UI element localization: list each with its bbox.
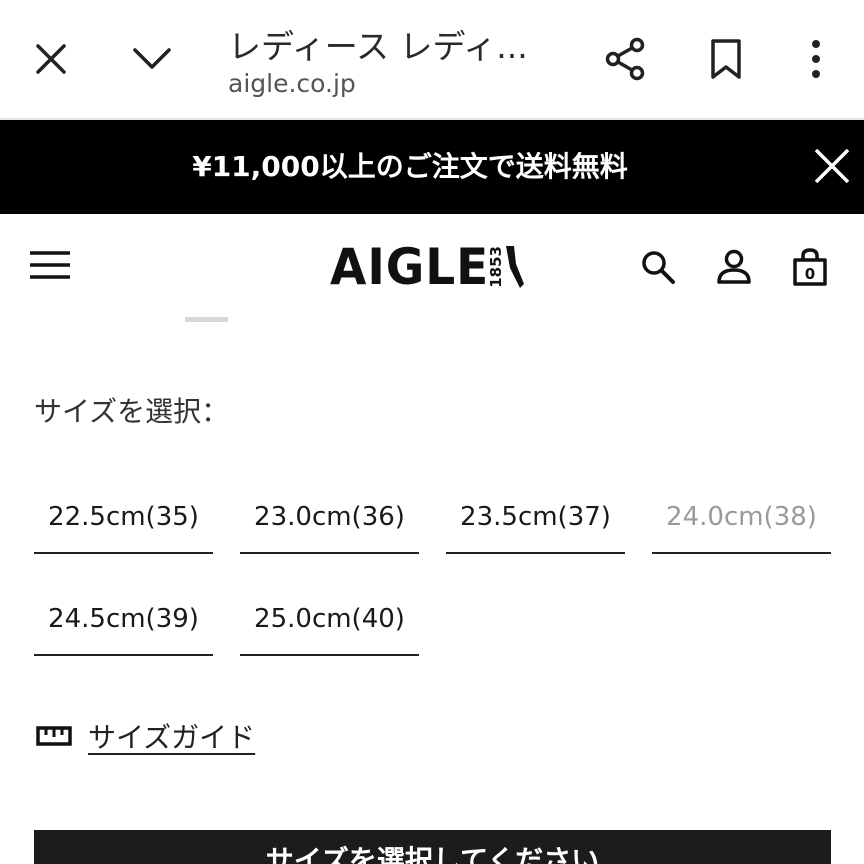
size-option[interactable]: 24.5cm(39) [34, 582, 213, 656]
bookmark-icon[interactable] [696, 29, 756, 89]
search-icon[interactable] [633, 244, 683, 290]
promo-text: ¥11,000以上のご注文で送料無料 [192, 150, 628, 183]
size-option[interactable]: 25.0cm(40) [240, 582, 419, 656]
size-option[interactable]: 23.0cm(36) [240, 480, 419, 554]
logo-text: AIGLE [330, 238, 490, 296]
carousel-indicator[interactable] [185, 317, 228, 322]
aigle-logo[interactable]: AIGLE 1853 [330, 239, 526, 295]
add-to-cart-button[interactable]: サイズを選択してください [34, 830, 831, 864]
size-option[interactable]: 22.5cm(35) [34, 480, 213, 554]
share-icon[interactable] [596, 29, 656, 89]
cart-count: 0 [805, 265, 815, 283]
size-select-label: サイズを選択： [34, 395, 230, 428]
close-tab-icon[interactable] [21, 29, 81, 89]
cart-icon[interactable]: 0 [785, 244, 835, 290]
page-title: レディース レディ... [228, 27, 528, 66]
hamburger-menu-icon[interactable] [26, 244, 74, 286]
browser-toolbar: レディース レディ... aigle.co.jp [0, 0, 864, 120]
logo-year: 1853 [487, 246, 506, 288]
site-header: AIGLE 1853 0 [0, 214, 864, 314]
page-url: aigle.co.jp [228, 69, 356, 98]
size-guide-label: サイズガイド [88, 721, 256, 754]
logo-mark-icon [506, 246, 525, 288]
ruler-icon [36, 726, 72, 746]
account-icon[interactable] [709, 244, 759, 290]
size-option-unavailable[interactable]: 24.0cm(38) [652, 480, 831, 554]
size-guide-link[interactable]: サイズガイド [36, 712, 255, 760]
chevron-down-icon[interactable] [122, 29, 182, 89]
close-banner-icon[interactable] [804, 137, 860, 195]
promo-banner: ¥11,000以上のご注文で送料無料 [0, 120, 864, 214]
size-option[interactable]: 23.5cm(37) [446, 480, 625, 554]
more-options-icon[interactable] [786, 29, 846, 89]
